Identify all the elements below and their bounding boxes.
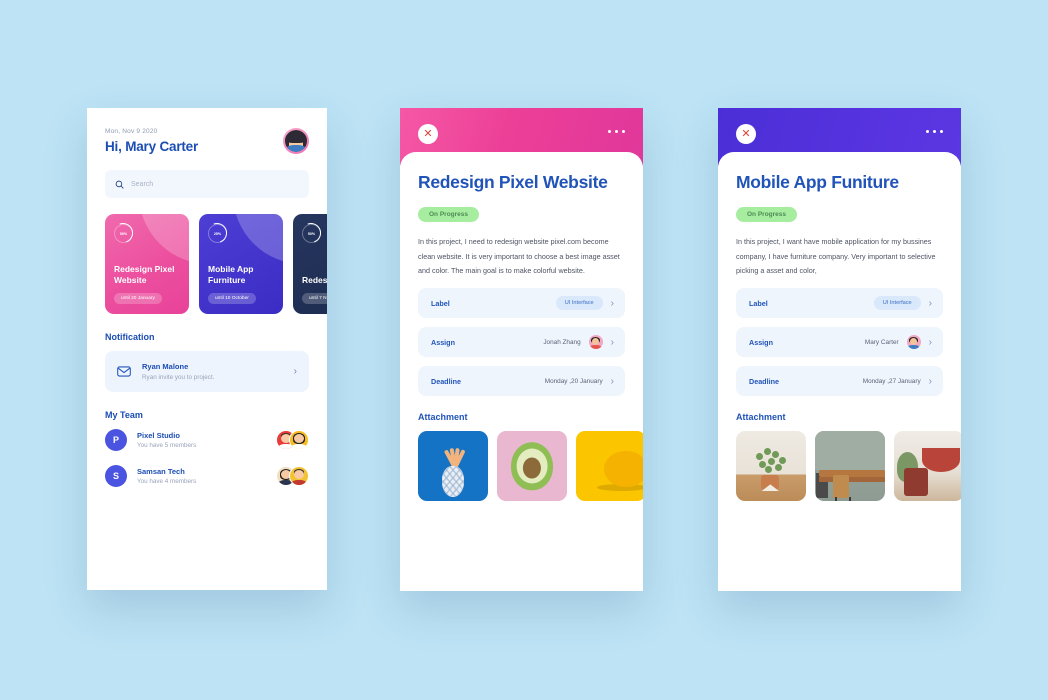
- team-initial-badge: S: [105, 465, 127, 487]
- assignee-name: Mary Carter: [864, 338, 899, 346]
- attachment-thumbnail-living-room[interactable]: [894, 431, 961, 502]
- project-detail-screen-pixel: ✕ Redesign Pixel Website On Progress In …: [400, 108, 643, 591]
- detail-row-deadline[interactable]: Deadline Monday ,20 January ›: [418, 366, 625, 397]
- greeting-title: Hi, Mary Carter: [105, 139, 199, 154]
- project-due-badge: until 20 January: [114, 293, 162, 304]
- avatar: [289, 466, 309, 486]
- attachment-list: [736, 431, 961, 502]
- close-icon[interactable]: ✕: [418, 124, 438, 144]
- team-member-count: You have 4 members: [137, 478, 197, 485]
- mail-icon: [117, 366, 131, 377]
- project-due-badge: until 10 October: [208, 293, 256, 304]
- project-card[interactable]: 50% Redesign IKEA until 7 N: [293, 214, 327, 314]
- deadline-value: Monday ,27 January: [862, 377, 921, 385]
- progress-percent: 50%: [119, 231, 128, 236]
- chevron-right-icon[interactable]: ›: [929, 298, 932, 309]
- chevron-right-icon[interactable]: ›: [929, 337, 932, 348]
- team-member-avatars: [276, 466, 309, 486]
- chevron-right-icon[interactable]: ›: [611, 337, 614, 348]
- detail-row-label[interactable]: Label UI Interface ›: [736, 288, 943, 319]
- detail-row-assign[interactable]: Assign Mary Carter ›: [736, 327, 943, 358]
- project-description: In this project, I need to redesign webs…: [418, 236, 620, 276]
- progress-ring-icon: 50%: [114, 224, 133, 243]
- attachment-thumbnail-lemon[interactable]: [576, 431, 643, 502]
- row-label: Assign: [431, 337, 455, 347]
- assignee-name: Jonah Zhang: [543, 338, 581, 346]
- attachment-thumbnail-cafe-interior[interactable]: [815, 431, 885, 502]
- team-list-item[interactable]: S Samsan Tech You have 4 members: [105, 465, 309, 487]
- attachment-thumbnail-pineapple[interactable]: [418, 431, 488, 502]
- team-member-avatars: [276, 430, 309, 450]
- label-tag: UI Interface: [873, 296, 921, 311]
- team-initial-badge: P: [105, 429, 127, 451]
- current-date: Mon, Nov 9 2020: [105, 128, 158, 135]
- status-badge: On Progress: [736, 206, 798, 222]
- avatar[interactable]: [283, 128, 309, 154]
- attachment-section-title: Attachment: [736, 412, 786, 423]
- label-tag: UI Interface: [555, 296, 603, 311]
- deadline-value: Monday ,20 January: [544, 377, 603, 385]
- notification-message: Ryan invite you to project.: [142, 374, 215, 381]
- row-label: Assign: [749, 337, 773, 347]
- chevron-right-icon[interactable]: ›: [294, 366, 297, 377]
- avatar-image: [285, 130, 307, 152]
- attachment-thumbnail-potted-plant[interactable]: [736, 431, 806, 502]
- more-options-icon[interactable]: [925, 130, 943, 134]
- notification-item[interactable]: Ryan Malone Ryan invite you to project. …: [105, 351, 309, 392]
- project-card-title: Redesign Pixel Website: [114, 263, 175, 285]
- project-detail-screen-mobile: ✕ Mobile App Funiture On Progress In thi…: [718, 108, 961, 591]
- avatar: [289, 430, 309, 450]
- status-badge: On Progress: [418, 206, 480, 222]
- detail-row-assign[interactable]: Assign Jonah Zhang ›: [418, 327, 625, 358]
- home-screen: Mon, Nov 9 2020 Hi, Mary Carter Search 5…: [87, 108, 327, 590]
- detail-row-deadline[interactable]: Deadline Monday ,27 January ›: [736, 366, 943, 397]
- progress-percent: 50%: [307, 231, 316, 236]
- notification-name: Ryan Malone: [142, 362, 189, 371]
- search-icon: [115, 180, 124, 189]
- chevron-right-icon[interactable]: ›: [611, 298, 614, 309]
- team-member-count: You have 5 members: [137, 442, 197, 449]
- row-label: Label: [431, 298, 450, 308]
- progress-ring-icon: 25%: [208, 224, 227, 243]
- project-card[interactable]: 25% Mobile App Furniture until 10 Octobe…: [199, 214, 283, 314]
- assignee-avatar: [906, 335, 921, 350]
- project-card[interactable]: 50% Redesign Pixel Website until 20 Janu…: [105, 214, 189, 314]
- search-input[interactable]: Search: [105, 170, 309, 198]
- project-card-title: Mobile App Furniture: [208, 263, 254, 285]
- attachment-list: [418, 431, 643, 502]
- more-options-icon[interactable]: [607, 130, 625, 134]
- search-placeholder: Search: [131, 180, 154, 188]
- progress-percent: 25%: [213, 231, 222, 236]
- close-icon[interactable]: ✕: [736, 124, 756, 144]
- team-section-title: My Team: [105, 410, 143, 420]
- progress-ring-icon: 50%: [302, 224, 321, 243]
- page-title: Redesign Pixel Website: [418, 172, 608, 192]
- project-card-title: Redesign IKEA: [302, 274, 327, 285]
- team-list-item[interactable]: P Pixel Studio You have 5 members: [105, 429, 309, 451]
- project-card-list: 50% Redesign Pixel Website until 20 Janu…: [105, 214, 327, 314]
- team-name: Pixel Studio: [137, 431, 180, 440]
- chevron-right-icon[interactable]: ›: [929, 376, 932, 387]
- attachment-section-title: Attachment: [418, 412, 468, 423]
- notification-section-title: Notification: [105, 332, 155, 342]
- page-title: Mobile App Funiture: [736, 172, 899, 192]
- attachment-thumbnail-avocado[interactable]: [497, 431, 567, 502]
- row-label: Deadline: [431, 376, 461, 386]
- team-name: Samsan Tech: [137, 467, 185, 476]
- project-description: In this project, I want have mobile appl…: [736, 236, 936, 276]
- screenshot-stage: Mon, Nov 9 2020 Hi, Mary Carter Search 5…: [0, 0, 1048, 700]
- row-label: Label: [749, 298, 768, 308]
- chevron-right-icon[interactable]: ›: [611, 376, 614, 387]
- assignee-avatar: [588, 335, 603, 350]
- row-label: Deadline: [749, 376, 779, 386]
- project-due-badge: until 7 N: [302, 293, 327, 304]
- home-header: Mon, Nov 9 2020 Hi, Mary Carter: [105, 128, 309, 154]
- detail-row-label[interactable]: Label UI Interface ›: [418, 288, 625, 319]
